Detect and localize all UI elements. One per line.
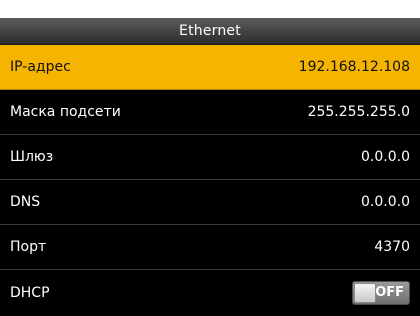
setting-value: 0.0.0.0 [361, 194, 410, 210]
setting-row-subnet-mask[interactable]: Маска подсети 255.255.255.0 [0, 90, 420, 135]
setting-value: 255.255.255.0 [307, 104, 410, 120]
toggle-knob[interactable] [354, 282, 376, 303]
title-bar: Ethernet [0, 18, 420, 45]
setting-label: Порт [10, 239, 47, 255]
setting-row-dns[interactable]: DNS 0.0.0.0 [0, 180, 420, 225]
settings-list: IP-адрес 192.168.12.108 Маска подсети 25… [0, 45, 420, 315]
setting-row-ip-address[interactable]: IP-адрес 192.168.12.108 [0, 45, 420, 90]
setting-label: Маска подсети [10, 104, 121, 120]
setting-value: 0.0.0.0 [361, 149, 410, 165]
setting-value: 192.168.12.108 [298, 59, 410, 75]
setting-label: Шлюз [10, 149, 54, 165]
setting-label: DHCP [10, 284, 50, 301]
setting-row-port[interactable]: Порт 4370 [0, 225, 420, 270]
setting-row-gateway[interactable]: Шлюз 0.0.0.0 [0, 135, 420, 180]
page-title: Ethernet [179, 23, 241, 39]
toggle-state-label: OFF [375, 285, 404, 300]
dhcp-toggle-switch[interactable]: OFF [352, 280, 410, 305]
setting-value: 4370 [374, 239, 410, 255]
setting-label: IP-адрес [10, 59, 71, 75]
setting-row-dhcp[interactable]: DHCP OFF [0, 270, 420, 315]
ethernet-settings-screen: Ethernet IP-адрес 192.168.12.108 Маска п… [0, 18, 420, 316]
setting-label: DNS [10, 194, 41, 210]
